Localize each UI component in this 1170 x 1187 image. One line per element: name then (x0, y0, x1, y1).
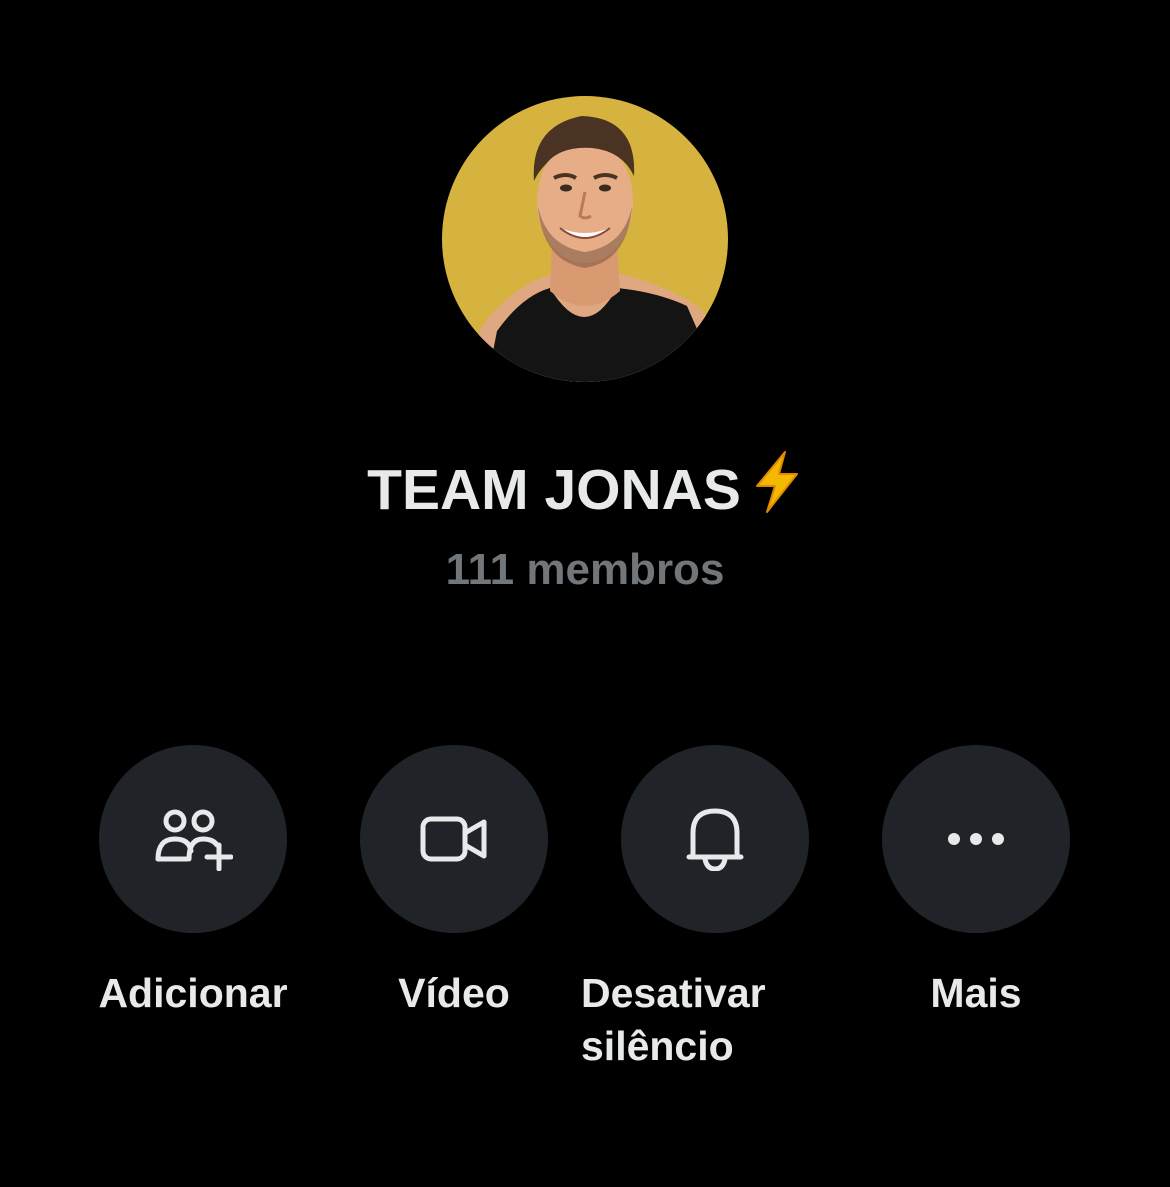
group-avatar-photo (442, 96, 728, 382)
action-bar: Adicionar Vídeo Desativar silêncio Mais (0, 745, 1170, 1105)
member-count[interactable]: 111 membros (0, 540, 1170, 600)
group-name: TEAM JONAS (0, 450, 1170, 530)
bell-icon (686, 808, 744, 871)
add-label: Adicionar (98, 970, 288, 1016)
group-name-text: TEAM JONAS (367, 458, 741, 522)
more-label: Mais (930, 970, 1022, 1016)
more-dots-icon (948, 833, 1004, 845)
unmute-button[interactable] (621, 745, 809, 933)
lightning-bolt-icon (751, 450, 803, 530)
video-button[interactable] (360, 745, 548, 933)
video-camera-icon (420, 816, 487, 862)
unmute-label: Desativar silêncio (581, 970, 766, 1069)
group-avatar[interactable] (442, 96, 728, 382)
video-label: Vídeo (398, 970, 510, 1016)
add-people-icon (155, 809, 233, 871)
more-button[interactable] (882, 745, 1070, 933)
add-button[interactable] (99, 745, 287, 933)
